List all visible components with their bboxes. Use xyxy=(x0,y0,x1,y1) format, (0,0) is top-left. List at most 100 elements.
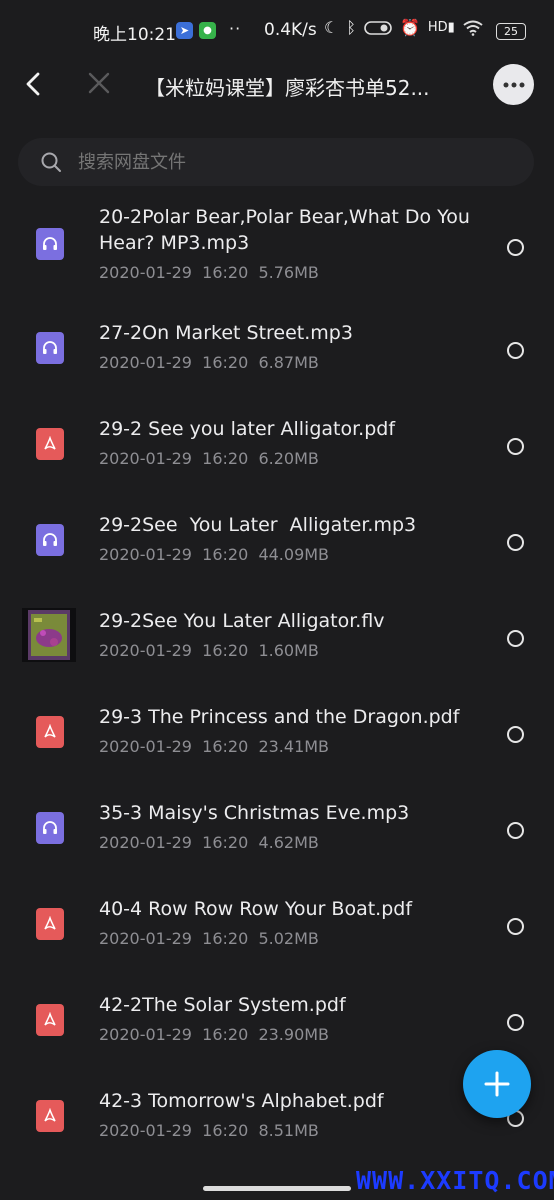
file-time: 16:20 xyxy=(202,545,249,564)
file-meta: 2020-01-29 16:20 1.60MB xyxy=(99,641,319,660)
plus-icon xyxy=(484,1071,510,1097)
more-notifications-icon: ·· xyxy=(229,19,242,38)
file-row[interactable]: 29-2See You Later Alligator.flv 2020-01-… xyxy=(0,608,554,704)
file-name: 35-3 Maisy's Christmas Eve.mp3 xyxy=(99,802,410,824)
select-radio[interactable] xyxy=(507,630,524,647)
alarm-icon: ⏰ xyxy=(399,18,420,37)
file-row[interactable]: 40-4 Row Row Row Your Boat.pdf 2020-01-2… xyxy=(0,896,554,992)
select-radio[interactable] xyxy=(507,726,524,743)
headphones-icon xyxy=(43,341,57,354)
select-radio[interactable] xyxy=(507,342,524,359)
file-size: 23.41MB xyxy=(258,737,330,756)
file-meta: 2020-01-29 16:20 5.02MB xyxy=(99,929,319,948)
file-size: 1.60MB xyxy=(258,641,319,660)
select-radio[interactable] xyxy=(507,239,524,256)
select-radio[interactable] xyxy=(507,1014,524,1031)
acrobat-icon xyxy=(44,1012,56,1026)
network-speed: 0.4K/s xyxy=(264,20,317,40)
file-meta: 2020-01-29 16:20 23.41MB xyxy=(99,737,329,756)
file-time: 16:20 xyxy=(202,353,249,372)
more-options-button[interactable] xyxy=(493,64,534,105)
audio-file-icon xyxy=(36,812,64,844)
file-name: 27-2On Market Street.mp3 xyxy=(99,322,353,344)
status-time: 晚上10:21 xyxy=(93,25,176,45)
file-date: 2020-01-29 xyxy=(99,929,192,948)
file-name: 29-3 The Princess and the Dragon.pdf xyxy=(99,706,460,728)
back-icon[interactable] xyxy=(20,70,48,98)
video-thumbnail-image xyxy=(22,608,76,662)
search-icon xyxy=(41,152,61,172)
file-name: 29-2See You Later Alligator.flv xyxy=(99,610,385,632)
acrobat-icon xyxy=(44,436,56,450)
file-row[interactable]: 20-2Polar Bear,Polar Bear,What Do You He… xyxy=(0,204,554,300)
file-name: 42-2The Solar System.pdf xyxy=(99,994,346,1016)
watermark: WWW.XXITQ.COM xyxy=(356,1166,554,1195)
audio-file-icon xyxy=(36,524,64,556)
wifi-icon xyxy=(463,20,483,36)
home-indicator[interactable] xyxy=(203,1186,351,1191)
pdf-file-icon xyxy=(36,1100,64,1132)
file-name: 20-2Polar Bear,Polar Bear,What Do You He… xyxy=(99,206,470,254)
ellipsis-icon xyxy=(503,82,524,87)
search-bar[interactable] xyxy=(18,138,534,186)
file-date: 2020-01-29 xyxy=(99,545,192,564)
acrobat-icon xyxy=(44,916,56,930)
file-time: 16:20 xyxy=(202,929,249,948)
select-radio[interactable] xyxy=(507,822,524,839)
file-size: 8.51MB xyxy=(258,1121,319,1140)
select-radio[interactable] xyxy=(507,918,524,935)
file-size: 6.20MB xyxy=(258,449,319,468)
file-size: 4.62MB xyxy=(258,833,319,852)
file-date: 2020-01-29 xyxy=(99,737,192,756)
moon-icon: ☾ xyxy=(324,18,339,37)
file-time: 16:20 xyxy=(202,737,249,756)
file-row[interactable]: 29-2See You Later Alligater.mp3 2020-01-… xyxy=(0,512,554,608)
acrobat-icon xyxy=(44,1108,56,1122)
file-size: 5.02MB xyxy=(258,929,319,948)
headphones-icon xyxy=(43,237,57,250)
hd-label: HD xyxy=(427,20,448,35)
file-time: 16:20 xyxy=(202,1121,249,1140)
file-size: 6.87MB xyxy=(258,353,319,372)
headphones-icon xyxy=(43,533,57,546)
close-icon[interactable] xyxy=(86,70,112,96)
select-radio[interactable] xyxy=(507,534,524,551)
file-date: 2020-01-29 xyxy=(99,641,192,660)
file-name: 29-2See You Later Alligater.mp3 xyxy=(99,514,417,536)
pdf-file-icon xyxy=(36,908,64,940)
signal-icon: HD▮ xyxy=(427,20,455,35)
toggle-icon xyxy=(364,20,392,35)
battery-indicator: 25 xyxy=(496,23,526,40)
file-meta: 2020-01-29 16:20 44.09MB xyxy=(99,545,329,564)
file-time: 16:20 xyxy=(202,1025,249,1044)
file-row[interactable]: 29-3 The Princess and the Dragon.pdf 202… xyxy=(0,704,554,800)
file-meta: 2020-01-29 16:20 6.87MB xyxy=(99,353,319,372)
audio-file-icon xyxy=(36,332,64,364)
status-icons: ☾ ᛒ ⏰ HD▮ xyxy=(324,18,483,37)
file-row[interactable]: 29-2 See you later Alligator.pdf 2020-01… xyxy=(0,416,554,512)
file-name: 29-2 See you later Alligator.pdf xyxy=(99,418,396,440)
file-meta: 2020-01-29 16:20 4.62MB xyxy=(99,833,319,852)
file-meta: 2020-01-29 16:20 8.51MB xyxy=(99,1121,319,1140)
file-row[interactable]: 35-3 Maisy's Christmas Eve.mp3 2020-01-2… xyxy=(0,800,554,896)
audio-file-icon xyxy=(36,228,64,260)
file-time: 16:20 xyxy=(202,641,249,660)
acrobat-icon xyxy=(44,724,56,738)
pdf-file-icon xyxy=(36,428,64,460)
file-meta: 2020-01-29 16:20 6.20MB xyxy=(99,449,319,468)
status-bar: 晚上10:21 ➤ ● ·· 0.4K/s ☾ ᛒ ⏰ HD▮ 25 xyxy=(0,14,554,50)
file-row[interactable]: 27-2On Market Street.mp3 2020-01-29 16:2… xyxy=(0,320,554,416)
file-date: 2020-01-29 xyxy=(99,833,192,852)
app-notification-icon: ➤ xyxy=(176,22,193,39)
file-date: 2020-01-29 xyxy=(99,1025,192,1044)
video-thumbnail xyxy=(22,608,76,662)
file-size: 23.90MB xyxy=(258,1025,330,1044)
add-button[interactable] xyxy=(463,1050,531,1118)
file-time: 16:20 xyxy=(202,449,249,468)
file-time: 16:20 xyxy=(202,833,249,852)
select-radio[interactable] xyxy=(507,438,524,455)
file-size: 44.09MB xyxy=(258,545,330,564)
wechat-icon: ● xyxy=(199,22,216,39)
bluetooth-icon: ᛒ xyxy=(346,18,356,37)
search-input[interactable] xyxy=(76,150,480,174)
